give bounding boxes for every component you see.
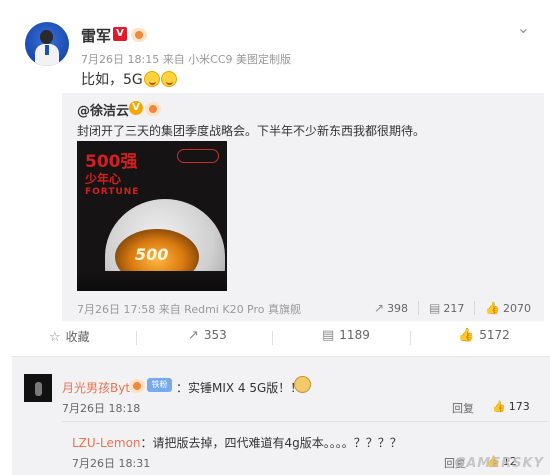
member-medal-icon [129, 379, 145, 393]
chevron-down-icon[interactable]: ⌄ [517, 18, 530, 37]
sub-reply-time: 7月26日 18:31 [72, 457, 151, 470]
reposted-card[interactable]: @徐洁云 V 封闭开了三天的集团季度战略会。下半年不少新东西我都很期待。 500… [62, 93, 544, 321]
sub-reply-author[interactable]: LZU-Lemon [72, 436, 141, 450]
member-medal-icon [131, 28, 147, 42]
star-icon: ☆ [49, 330, 61, 345]
commenter-name[interactable]: 月光男孩Byte [62, 379, 137, 396]
repost-icon: ↗ [374, 301, 385, 315]
verified-gold-icon: V [129, 101, 143, 115]
poster-logo [177, 149, 219, 163]
poster-headline: 500强 [85, 152, 138, 172]
like-button[interactable]: 👍 5172 [458, 328, 510, 343]
reply-button[interactable]: 回复 [452, 400, 474, 416]
verified-badge-icon: V [113, 27, 127, 41]
comment-like-button[interactable]: 👍 173 [492, 400, 530, 413]
comment-time: 7月26日 18:18 [62, 402, 141, 415]
member-medal-icon [145, 102, 161, 116]
repost-comment-count[interactable]: ▤ 217 [429, 301, 464, 315]
repost-image[interactable]: 500强 少年心 FORTUNE 500 [77, 141, 227, 291]
repost-icon: ↗ [188, 328, 199, 343]
poster-subhead: 少年心 [85, 172, 122, 186]
commenter-avatar[interactable] [24, 374, 52, 402]
like-icon: 👍 [492, 400, 506, 413]
post-time-source: 7月26日 18:15 来自 小米CC9 美图定制版 [81, 53, 292, 66]
post-text: 比如，5G [81, 69, 177, 89]
emoji-icon [294, 376, 311, 393]
post-action-bar: ☆ 收藏 ↗ 353 ▤ 1189 👍 5172 [0, 328, 550, 350]
author-avatar[interactable] [25, 22, 69, 66]
fan-badge: 铁粉 [147, 378, 172, 392]
like-icon: 👍 [485, 301, 500, 315]
comment-icon: ▤ [429, 301, 441, 315]
comment-text: ：实锤MIX 4 5G版！！ [176, 381, 303, 395]
repost-time-source: 7月26日 17:58 来自 Redmi K20 Pro 真旗舰 [77, 303, 302, 316]
comment-icon: ▤ [322, 328, 335, 343]
repost-author[interactable]: @徐洁云 [77, 100, 129, 119]
repost-text: 封闭开了三天的集团季度战略会。下半年不少新东西我都很期待。 [77, 124, 426, 138]
repost-like-count[interactable]: 👍 2070 [485, 301, 531, 315]
repost-repost-count[interactable]: ↗ 398 [374, 301, 408, 315]
sub-reply-text: LZU-Lemon：请把版去掉，四代难道有4g版本。。。。？？？？ [72, 436, 402, 450]
poster-tagline: FORTUNE [85, 187, 140, 197]
favorite-button[interactable]: ☆ 收藏 [49, 328, 90, 345]
author-name[interactable]: 雷军 [81, 25, 111, 46]
comment-button[interactable]: ▤ 1189 [322, 328, 370, 343]
poster-number: 500 [135, 245, 169, 264]
emoji-icon [143, 71, 160, 87]
like-icon: 👍 [458, 328, 475, 343]
weibo-post: 雷军 V 7月26日 18:15 来自 小米CC9 美图定制版 ⌄ 比如，5G … [0, 0, 550, 360]
watermark: GAMERSKY [454, 456, 544, 471]
emoji-icon [160, 71, 177, 87]
repost-button[interactable]: ↗ 353 [188, 328, 227, 343]
